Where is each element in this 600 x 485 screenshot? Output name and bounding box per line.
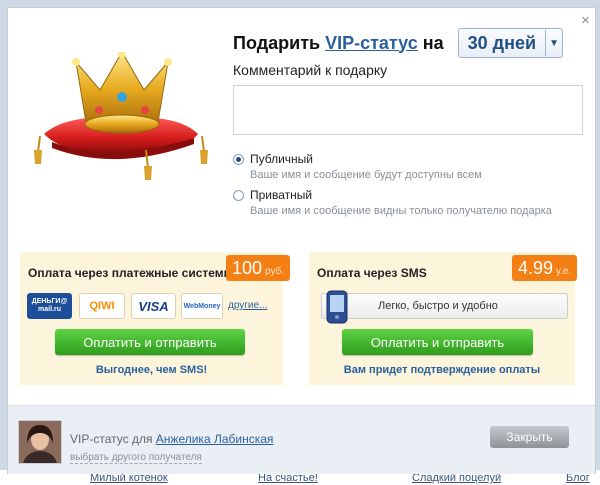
webmoney-logo-text: WebMoney xyxy=(183,302,221,310)
sms-price: 4.99 xyxy=(518,258,554,278)
radio-private[interactable]: Приватный Ваше имя и сообщение видны тол… xyxy=(233,188,552,217)
radio-public-description: Ваше имя и сообщение будут доступны всем xyxy=(250,169,482,181)
sms-price-badge: 4.99 у.е. xyxy=(512,255,578,281)
payment-systems-title: Оплата через платежные системы xyxy=(28,266,234,280)
radio-public-control[interactable] xyxy=(233,154,244,165)
duration-select[interactable]: 30 дней ▼ xyxy=(457,28,564,58)
sms-currency: у.е. xyxy=(556,266,572,277)
close-icon[interactable]: × xyxy=(581,13,590,28)
sms-tagline: Легко, быстро и удобно xyxy=(378,300,498,312)
visa-logo-text: VISA xyxy=(138,298,169,314)
other-payment-link[interactable]: другие... xyxy=(228,300,267,311)
radio-private-label: Приватный xyxy=(250,188,313,202)
qiwi-logo-text: QIWI xyxy=(89,300,115,312)
radio-private-description: Ваше имя и сообщение видны только получа… xyxy=(250,205,552,217)
vip-status-link[interactable]: VIP-статус xyxy=(325,33,418,54)
footer: VIP-статус для Анжелика Лабинская выбрат… xyxy=(8,405,595,474)
sms-payment-title: Оплата через SMS xyxy=(317,266,427,280)
title-suffix: на xyxy=(422,32,444,53)
pay-systems-button[interactable]: Оплатить и отправить xyxy=(55,329,245,355)
payment-systems-price-badge: 100 руб. xyxy=(226,255,291,281)
avatar[interactable] xyxy=(18,420,62,464)
payment-systems-currency: руб. xyxy=(265,266,285,277)
payment-systems-note: Выгоднее, чем SMS! xyxy=(95,364,208,376)
radio-private-control[interactable] xyxy=(233,190,244,201)
choose-other-recipient-link[interactable]: выбрать другого получателя xyxy=(70,452,202,464)
comment-input[interactable] xyxy=(233,85,583,135)
recipient-line: VIP-статус для Анжелика Лабинская xyxy=(70,432,273,446)
phone-icon xyxy=(326,290,348,324)
sms-payment-note: Вам придет подтверждение оплаты xyxy=(343,364,541,376)
duration-value: 30 дней xyxy=(459,30,547,56)
dengi-mail-logo-text: ДЕНЬГИ@mail.ru xyxy=(31,298,68,313)
avatar-portrait xyxy=(19,421,61,463)
pay-sms-button[interactable]: Оплатить и отправить xyxy=(342,329,533,355)
sms-info-box: Легко, быстро и удобно xyxy=(321,293,568,319)
gift-vip-dialog: × Подарить VIP-статус на 30 дней ▼ Комме… xyxy=(7,7,596,474)
radio-public[interactable]: Публичный Ваше имя и сообщение будут дос… xyxy=(233,152,482,181)
dengi-mail-logo[interactable]: ДЕНЬГИ@mail.ru xyxy=(27,293,72,319)
title-prefix: Подарить xyxy=(233,32,321,53)
recipient-prefix: VIP-статус для xyxy=(70,432,153,446)
dialog-title: Подарить VIP-статус на 30 дней ▼ xyxy=(233,28,564,58)
webmoney-logo[interactable]: WebMoney xyxy=(181,293,223,319)
radio-public-label: Публичный xyxy=(250,152,314,166)
chevron-down-icon: ▼ xyxy=(549,37,560,49)
recipient-name-link[interactable]: Анжелика Лабинская xyxy=(156,432,274,446)
payment-systems-price: 100 xyxy=(232,258,263,278)
qiwi-logo[interactable]: QIWI xyxy=(79,293,125,319)
visa-logo[interactable]: VISA xyxy=(131,293,176,319)
crown-pillow-icon xyxy=(34,52,208,180)
close-button[interactable]: Закрыть xyxy=(490,426,569,448)
comment-label: Комментарий к подарку xyxy=(233,62,388,78)
